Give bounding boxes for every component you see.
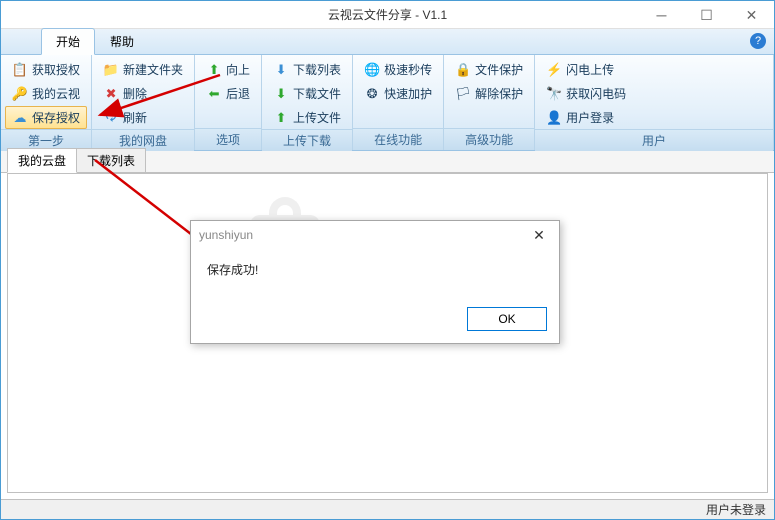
user-icon: 👤 xyxy=(546,110,562,126)
group-label: 选项 xyxy=(195,128,261,150)
arrow-left-icon: ⬅ xyxy=(206,86,222,102)
flash-upload-button[interactable]: ⚡闪电上传 xyxy=(539,58,769,81)
globe-icon: 🌐 xyxy=(364,62,380,78)
fast-transfer-button[interactable]: 🌐极速秒传 xyxy=(357,58,439,81)
ritem-label: 极速秒传 xyxy=(384,61,432,78)
ritem-label: 用户登录 xyxy=(566,109,614,126)
menu-tabstrip: 开始 帮助 ? xyxy=(1,29,774,55)
dialog-close-button[interactable]: ✕ xyxy=(527,225,551,245)
status-text: 用户未登录 xyxy=(706,501,766,518)
minimize-button[interactable]: ─ xyxy=(639,1,684,29)
tab-mydisk[interactable]: 我的云盘 xyxy=(7,148,77,173)
download-file-button[interactable]: ⬇下载文件 xyxy=(266,82,348,105)
ritem-label: 获取闪电码 xyxy=(566,85,626,102)
dialog-titlebar: yunshiyun ✕ xyxy=(191,221,559,249)
group-label: 上传下载 xyxy=(262,129,352,151)
ritem-label: 下载文件 xyxy=(293,85,341,102)
save-auth-button[interactable]: ☁保存授权 xyxy=(5,106,87,129)
window-controls: ─ ☐ ✕ xyxy=(639,1,774,29)
ritem-label: 闪电上传 xyxy=(566,61,614,78)
get-auth-button[interactable]: 📋获取授权 xyxy=(5,58,87,81)
group-label: 用户 xyxy=(535,129,773,151)
ribbon-group-step1: 📋获取授权 🔑我的云视 ☁保存授权 第一步 xyxy=(1,55,92,150)
ribbon-group-online: 🌐极速秒传 ❂快速加护 在线功能 xyxy=(353,55,444,150)
maximize-button[interactable]: ☐ xyxy=(684,1,729,29)
ribbon-group-user: ⚡闪电上传 🔭获取闪电码 👤用户登录 用户 xyxy=(535,55,774,150)
ribbon-group-advanced: 🔒文件保护 🏳解除保护 高级功能 xyxy=(444,55,535,150)
statusbar: 用户未登录 xyxy=(1,499,774,519)
bolt-icon: ⚡ xyxy=(546,62,562,78)
folder-icon: 📁 xyxy=(103,62,119,78)
dialog-message: 保存成功! xyxy=(191,249,559,299)
ritem-label: 解除保护 xyxy=(475,85,523,102)
dialog-ok-button[interactable]: OK xyxy=(467,307,547,331)
dialog: yunshiyun ✕ 保存成功! OK xyxy=(190,220,560,344)
tab-download-list[interactable]: 下载列表 xyxy=(76,148,146,172)
delete-button[interactable]: ✖删除 xyxy=(96,82,190,105)
help-icon[interactable]: ? xyxy=(750,33,766,49)
dialog-title-text: yunshiyun xyxy=(199,228,253,242)
remove-protect-button[interactable]: 🏳解除保护 xyxy=(448,82,530,105)
tab-help[interactable]: 帮助 xyxy=(95,28,149,54)
delete-icon: ✖ xyxy=(103,86,119,102)
ritem-label: 上传文件 xyxy=(293,109,341,126)
titlebar: 云视云文件分享 - V1.1 ─ ☐ ✕ xyxy=(1,1,774,29)
refresh-icon: 🗘 xyxy=(103,110,119,126)
new-folder-button[interactable]: 📁新建文件夹 xyxy=(96,58,190,81)
ritem-label: 我的云视 xyxy=(32,85,80,102)
user-login-button[interactable]: 👤用户登录 xyxy=(539,106,769,129)
flag-icon: 🏳 xyxy=(455,86,471,102)
ritem-label: 快速加护 xyxy=(384,85,432,102)
refresh-button[interactable]: 🗘刷新 xyxy=(96,106,190,129)
ritem-label: 后退 xyxy=(226,85,250,102)
close-button[interactable]: ✕ xyxy=(729,1,774,29)
lifebuoy-icon: ❂ xyxy=(364,86,380,102)
up-button[interactable]: ⬆向上 xyxy=(199,58,257,81)
ritem-label: 下载列表 xyxy=(293,61,341,78)
key-icon: 🔑 xyxy=(12,86,28,102)
group-label: 高级功能 xyxy=(444,128,534,150)
quick-protect-button[interactable]: ❂快速加护 xyxy=(357,82,439,105)
ritem-label: 新建文件夹 xyxy=(123,61,183,78)
ritem-label: 刷新 xyxy=(123,109,147,126)
clipboard-icon: 📋 xyxy=(12,62,28,78)
ritem-label: 向上 xyxy=(226,61,250,78)
ritem-label: 保存授权 xyxy=(32,109,80,126)
download-list-button[interactable]: ⬇下载列表 xyxy=(266,58,348,81)
lock-icon: 🔒 xyxy=(455,62,471,78)
ribbon-group-mydisk: 📁新建文件夹 ✖删除 🗘刷新 我的网盘 xyxy=(92,55,195,150)
my-yunshi-button[interactable]: 🔑我的云视 xyxy=(5,82,87,105)
upload-icon: ⬆ xyxy=(273,110,289,126)
tab-start[interactable]: 开始 xyxy=(41,28,95,55)
binoculars-icon: 🔭 xyxy=(546,86,562,102)
get-flash-code-button[interactable]: 🔭获取闪电码 xyxy=(539,82,769,105)
file-protect-button[interactable]: 🔒文件保护 xyxy=(448,58,530,81)
download-list-icon: ⬇ xyxy=(273,62,289,78)
download-icon: ⬇ xyxy=(273,86,289,102)
ribbon-group-options: ⬆向上 ⬅后退 选项 xyxy=(195,55,262,150)
arrow-up-icon: ⬆ xyxy=(206,62,222,78)
ribbon: 📋获取授权 🔑我的云视 ☁保存授权 第一步 📁新建文件夹 ✖删除 🗘刷新 我的网… xyxy=(1,55,774,151)
ritem-label: 获取授权 xyxy=(32,61,80,78)
back-button[interactable]: ⬅后退 xyxy=(199,82,257,105)
upload-file-button[interactable]: ⬆上传文件 xyxy=(266,106,348,129)
ribbon-group-transfer: ⬇下载列表 ⬇下载文件 ⬆上传文件 上传下载 xyxy=(262,55,353,150)
group-label: 在线功能 xyxy=(353,128,443,150)
ritem-label: 删除 xyxy=(123,85,147,102)
content-tabs: 我的云盘 下载列表 xyxy=(1,151,774,173)
cloud-icon: ☁ xyxy=(12,110,28,126)
window-title: 云视云文件分享 - V1.1 xyxy=(328,6,447,23)
ritem-label: 文件保护 xyxy=(475,61,523,78)
